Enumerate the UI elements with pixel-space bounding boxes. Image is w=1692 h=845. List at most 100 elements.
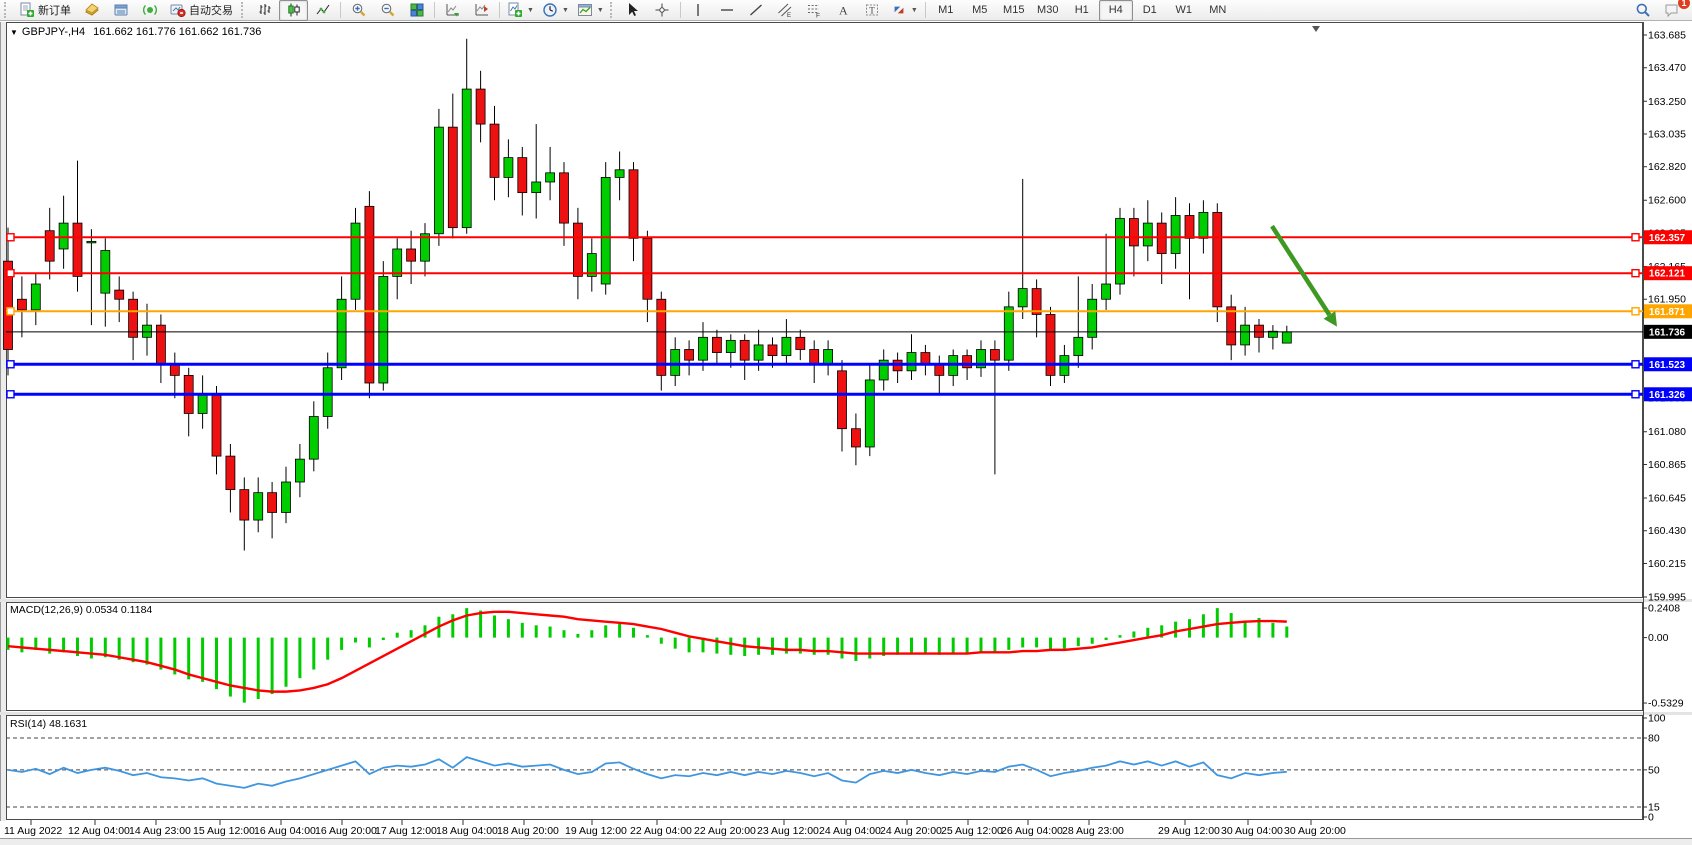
toolbar-separator: [680, 2, 681, 18]
chart-canvas[interactable]: 163.685163.470163.250163.035162.820162.6…: [0, 22, 1692, 845]
chart-ohlc-values: 161.662 161.776 161.662 161.736: [93, 26, 261, 38]
bar-chart-button[interactable]: [250, 0, 279, 21]
autotrading-button[interactable]: 自动交易: [164, 0, 239, 21]
zoom-in-button[interactable]: [344, 0, 373, 21]
zoom-out-icon: [380, 2, 396, 18]
new-order-button[interactable]: 新订单: [13, 0, 77, 21]
search-button[interactable]: [1628, 0, 1657, 21]
svg-text:A: A: [839, 4, 848, 18]
timeframe-MN[interactable]: MN: [1201, 0, 1235, 21]
line-chart-icon: [315, 2, 331, 18]
timeframe-M5[interactable]: M5: [963, 0, 997, 21]
trendline-button[interactable]: [742, 0, 771, 21]
price-scale[interactable]: [1643, 22, 1692, 598]
chart-shift-button[interactable]: [467, 0, 496, 21]
chart-shift-icon: [474, 2, 490, 18]
navigator-button[interactable]: [135, 0, 164, 21]
macd-name: MACD(12,26,9): [10, 604, 83, 616]
tile-windows-icon: [409, 2, 425, 18]
chart-title: ▼ GBPJPY-,H4 161.662 161.776 161.662 161.7…: [10, 26, 261, 38]
market-watch-icon: [84, 2, 100, 18]
timeframe-H1[interactable]: H1: [1065, 0, 1099, 21]
text-label-icon: T: [864, 2, 880, 18]
arrows-button[interactable]: ▼: [887, 0, 922, 21]
chevron-down-icon: ▼: [10, 28, 18, 37]
notification-badge: 1: [1678, 0, 1690, 9]
chat-icon: [1664, 2, 1680, 18]
auto-scroll-icon: [445, 2, 461, 18]
fibonacci-button[interactable]: F: [800, 0, 829, 21]
rsi-name: RSI(14): [10, 718, 46, 730]
zoom-in-icon: [351, 2, 367, 18]
channel-button[interactable]: E: [771, 0, 800, 21]
cursor-button[interactable]: [619, 0, 648, 21]
rsi-value: 48.1631: [49, 718, 87, 730]
bar-chart-icon: [257, 2, 273, 18]
svg-text:100: 100: [1648, 713, 1666, 725]
navigator-icon: [142, 2, 158, 18]
trendline-icon: [748, 2, 764, 18]
toolbar-grip[interactable]: [4, 2, 11, 18]
candlestick-icon: [286, 2, 302, 18]
new-order-icon: [19, 2, 35, 18]
svg-text:50: 50: [1648, 764, 1660, 776]
vertical-line-button[interactable]: [684, 0, 713, 21]
crosshair-icon: [654, 2, 670, 18]
toolbar-separator: [434, 2, 435, 18]
tile-windows-button[interactable]: [402, 0, 431, 21]
toolbar-separator: [340, 2, 341, 18]
crosshair-button[interactable]: [648, 0, 677, 21]
text-icon: A: [835, 2, 851, 18]
chart-window: 163.685163.470163.250163.035162.820162.6…: [0, 22, 1692, 845]
text-label-button[interactable]: T: [858, 0, 887, 21]
market-watch-button[interactable]: [77, 0, 106, 21]
autotrading-icon: [170, 2, 186, 18]
horizontal-line-icon: [719, 2, 735, 18]
toolbar-grip[interactable]: [610, 2, 617, 18]
autotrading-label: 自动交易: [189, 2, 233, 18]
new-order-label: 新订单: [38, 2, 71, 18]
periods-icon: [542, 2, 558, 18]
timeframe-group: M1M5M15M30H1H4D1W1MN: [929, 0, 1235, 21]
candlestick-button[interactable]: [279, 0, 308, 21]
chart-symbol-period: GBPJPY-,H4: [22, 26, 85, 38]
timeframe-M1[interactable]: M1: [929, 0, 963, 21]
timeframe-M15[interactable]: M15: [997, 0, 1031, 21]
time-scale[interactable]: [6, 820, 1643, 838]
periods-button[interactable]: ▼: [538, 0, 573, 21]
timeframe-M30[interactable]: M30: [1031, 0, 1065, 21]
main-toolbar: 新订单 自动交易: [0, 0, 1692, 21]
macd-indicator-label: MACD(12,26,9) 0.0534 0.1184: [10, 604, 152, 616]
data-window-icon: [113, 2, 129, 18]
templates-icon: [577, 2, 593, 18]
toolbar-separator: [925, 2, 926, 18]
notifications-button[interactable]: 1: [1657, 0, 1686, 21]
auto-scroll-button[interactable]: [438, 0, 467, 21]
svg-text:T: T: [870, 6, 876, 16]
vertical-line-icon: [690, 2, 706, 18]
templates-button[interactable]: ▼: [573, 0, 608, 21]
chevron-down-icon: ▼: [597, 7, 604, 14]
toolbar-grip[interactable]: [241, 2, 248, 18]
line-chart-button[interactable]: [308, 0, 337, 21]
cursor-icon: [625, 2, 641, 18]
rsi-indicator-label: RSI(14) 48.1631: [10, 718, 87, 730]
chevron-down-icon: ▼: [527, 7, 534, 14]
indicators-button[interactable]: ▼: [503, 0, 538, 21]
toolbar-separator: [499, 2, 500, 18]
search-icon: [1635, 2, 1651, 18]
data-window-button[interactable]: [106, 0, 135, 21]
channel-icon: E: [777, 2, 793, 18]
zoom-out-button[interactable]: [373, 0, 402, 21]
indicators-icon: [507, 2, 523, 18]
fibonacci-icon: F: [806, 2, 822, 18]
chevron-down-icon: ▼: [911, 7, 918, 14]
timeframe-D1[interactable]: D1: [1133, 0, 1167, 21]
timeframe-W1[interactable]: W1: [1167, 0, 1201, 21]
horizontal-line-button[interactable]: [713, 0, 742, 21]
timeframe-H4[interactable]: H4: [1099, 0, 1133, 21]
text-button[interactable]: A: [829, 0, 858, 21]
svg-text:F: F: [816, 13, 820, 19]
svg-text:0.00: 0.00: [1648, 632, 1669, 644]
macd-values: 0.0534 0.1184: [86, 604, 152, 616]
